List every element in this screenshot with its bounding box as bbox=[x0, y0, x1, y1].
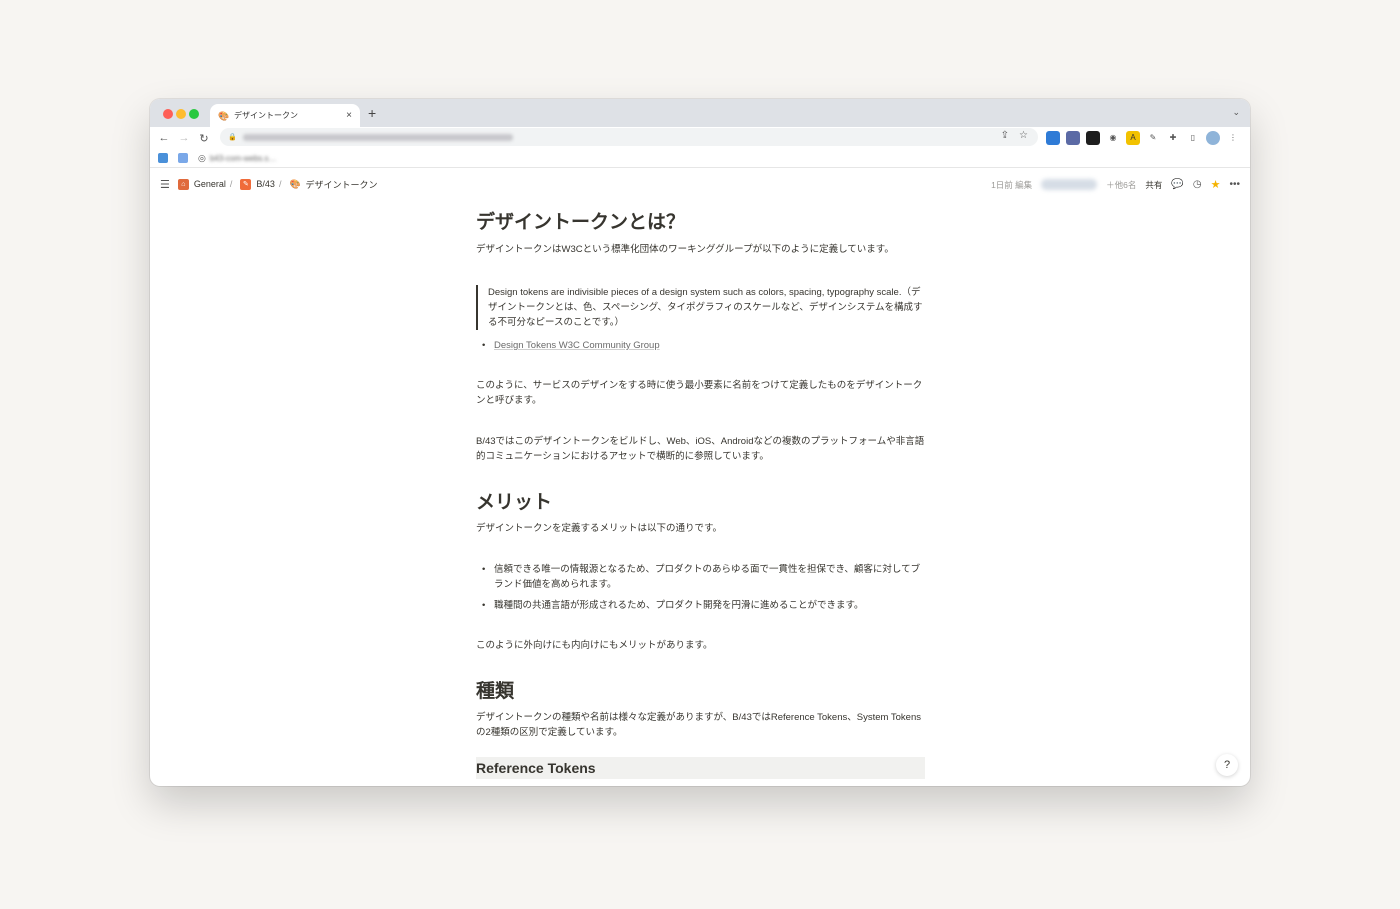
heading-what-is: デザイントークンとは？ bbox=[476, 212, 686, 233]
history-clock-icon[interactable]: ◷ bbox=[1193, 179, 1202, 190]
minimize-window-button[interactable] bbox=[176, 109, 186, 119]
breadcrumb-separator: / bbox=[229, 179, 233, 189]
figma-extension-icon[interactable] bbox=[1086, 131, 1100, 145]
hamburger-menu-icon[interactable]: ☰ bbox=[160, 178, 170, 191]
camera-extension-icon[interactable]: ◉ bbox=[1106, 131, 1120, 145]
maximize-window-button[interactable] bbox=[189, 109, 199, 119]
breadcrumb-design-tokens[interactable]: 🎨 デザイントークン bbox=[289, 178, 377, 191]
merit-item: 信頼できる唯一の情報源となるため、プロダクトのあらゆる面で一貫性を担保でき、顧客… bbox=[482, 562, 922, 592]
others-count[interactable]: ＋他6名 bbox=[1106, 179, 1136, 191]
heading-types: 種類 bbox=[476, 681, 515, 702]
extension-1-icon[interactable] bbox=[1046, 131, 1060, 145]
breadcrumb-separator: / bbox=[278, 179, 282, 189]
merit-item: 職種間の共通言語が形成されるため、プロダクト開発を円滑に進めることができます。 bbox=[482, 598, 922, 613]
breadcrumb-label: デザイントークン bbox=[305, 179, 378, 190]
link-list-item: Design Tokens W3C Community Group bbox=[482, 338, 922, 353]
help-button[interactable]: ? bbox=[1216, 754, 1238, 776]
bookmark-label: b43-com-webs.s… bbox=[209, 153, 277, 163]
extension-2-icon[interactable] bbox=[1066, 131, 1080, 145]
url-blurred bbox=[242, 133, 513, 141]
profile-avatar[interactable] bbox=[1206, 131, 1220, 145]
github-icon: ◎ bbox=[198, 152, 206, 163]
types-intro: デザイントークンの種類や名前は様々な定義がありますが、B/43ではReferen… bbox=[476, 712, 921, 738]
browser-toolbar: ← → ↻ 🔒 ⇪ ☆ ◉ A ✎ ✚ ▯ ⋮ bbox=[150, 127, 1250, 149]
pencil-icon: ✎ bbox=[240, 178, 252, 190]
extension-icons: ◉ A ✎ ✚ ▯ ⋮ bbox=[1046, 131, 1240, 145]
share-button[interactable]: 共有 bbox=[1145, 179, 1162, 191]
last-edited: 1日前 編集 bbox=[991, 179, 1033, 190]
merit-text: 職種間の共通言語が形成されるため、プロダクト開発を円滑に進めることができます。 bbox=[494, 600, 864, 611]
merit-intro: デザイントークンを定義するメリットは以下の通りです。 bbox=[476, 523, 723, 534]
address-bar[interactable]: 🔒 ⇪ ☆ bbox=[220, 128, 1038, 146]
bookmark-star-icon[interactable]: ☆ bbox=[1019, 130, 1028, 141]
reload-icon[interactable]: ↻ bbox=[194, 132, 214, 145]
forward-arrow-icon[interactable]: → bbox=[174, 132, 194, 144]
tab-title: デザイントークン bbox=[234, 111, 298, 120]
palette-icon: 🎨 bbox=[289, 178, 301, 189]
paragraph-usage: B/43ではこのデザイントークンをビルドし、Web、iOS、Androidなどの… bbox=[476, 436, 925, 462]
bookmark-1-icon[interactable] bbox=[158, 153, 168, 163]
tab-strip: 🎨 デザイントークン × + ⌄ bbox=[150, 99, 1250, 127]
w3c-quote: Design tokens are indivisible pieces of … bbox=[476, 285, 928, 330]
browser-window: 🎨 デザイントークン × + ⌄ ← → ↻ 🔒 ⇪ ☆ ◉ A ✎ ✚ ▯ ⋮… bbox=[150, 99, 1250, 786]
collaborator-avatars[interactable] bbox=[1041, 179, 1098, 190]
breadcrumb-label: B/43 bbox=[256, 179, 275, 189]
comment-icon[interactable]: 💬 bbox=[1171, 179, 1183, 190]
browser-tab[interactable]: 🎨 デザイントークン × bbox=[210, 104, 360, 127]
pen-extension-icon[interactable]: ✎ bbox=[1146, 131, 1160, 145]
back-arrow-icon[interactable]: ← bbox=[154, 132, 174, 144]
house-icon: ⌂ bbox=[177, 178, 189, 190]
new-tab-button[interactable]: + bbox=[368, 105, 376, 121]
paragraph-definition: このように、サービスのデザインをする時に使う最小要素に名前をつけて定義したものを… bbox=[476, 380, 923, 406]
close-window-button[interactable] bbox=[163, 109, 173, 119]
notion-topbar: ☰ ⌂ General / ✎ B/43 / 🎨 デザイントークン 1日前 編集… bbox=[150, 174, 1250, 194]
breadcrumb-b43[interactable]: ✎ B/43 / bbox=[240, 178, 282, 190]
share-icon[interactable]: ⇪ bbox=[1001, 130, 1009, 141]
subheading-reference-tokens: Reference Tokens bbox=[476, 757, 925, 779]
bookmark-2-icon[interactable] bbox=[178, 153, 188, 163]
breadcrumb-label: General bbox=[193, 179, 226, 189]
favorite-star-icon[interactable]: ★ bbox=[1211, 178, 1221, 191]
more-dots-icon[interactable]: ••• bbox=[1229, 179, 1240, 190]
side-panel-icon[interactable]: ▯ bbox=[1186, 131, 1200, 145]
puzzle-extensions-icon[interactable]: ✚ bbox=[1166, 131, 1180, 145]
breadcrumb-general[interactable]: ⌂ General / bbox=[177, 178, 233, 190]
w3c-community-group-link[interactable]: Design Tokens W3C Community Group bbox=[494, 338, 922, 353]
intro-paragraph: デザイントークンはW3Cという標準化団体のワーキンググループが以下のように定義し… bbox=[476, 244, 894, 255]
heading-merits: メリット bbox=[476, 492, 553, 513]
tab-close-icon[interactable]: × bbox=[342, 110, 356, 121]
merit-text: 信頼できる唯一の情報源となるため、プロダクトのあらゆる面で一貫性を担保でき、顧客… bbox=[494, 564, 921, 590]
tab-search-chevron-icon[interactable]: ⌄ bbox=[1232, 107, 1240, 118]
tab-favicon-icon: 🎨 bbox=[218, 110, 230, 121]
merit-outro: このように外向けにも内向けにもメリットがあります。 bbox=[476, 640, 713, 651]
bookmarks-bar: ◎ b43-com-webs.s… bbox=[150, 149, 1250, 168]
dictionary-extension-icon[interactable]: A bbox=[1126, 131, 1140, 145]
kebab-menu-icon[interactable]: ⋮ bbox=[1226, 131, 1240, 145]
lock-icon: 🔒 bbox=[228, 134, 237, 141]
bookmark-item[interactable]: ◎ b43-com-webs.s… bbox=[198, 153, 277, 164]
